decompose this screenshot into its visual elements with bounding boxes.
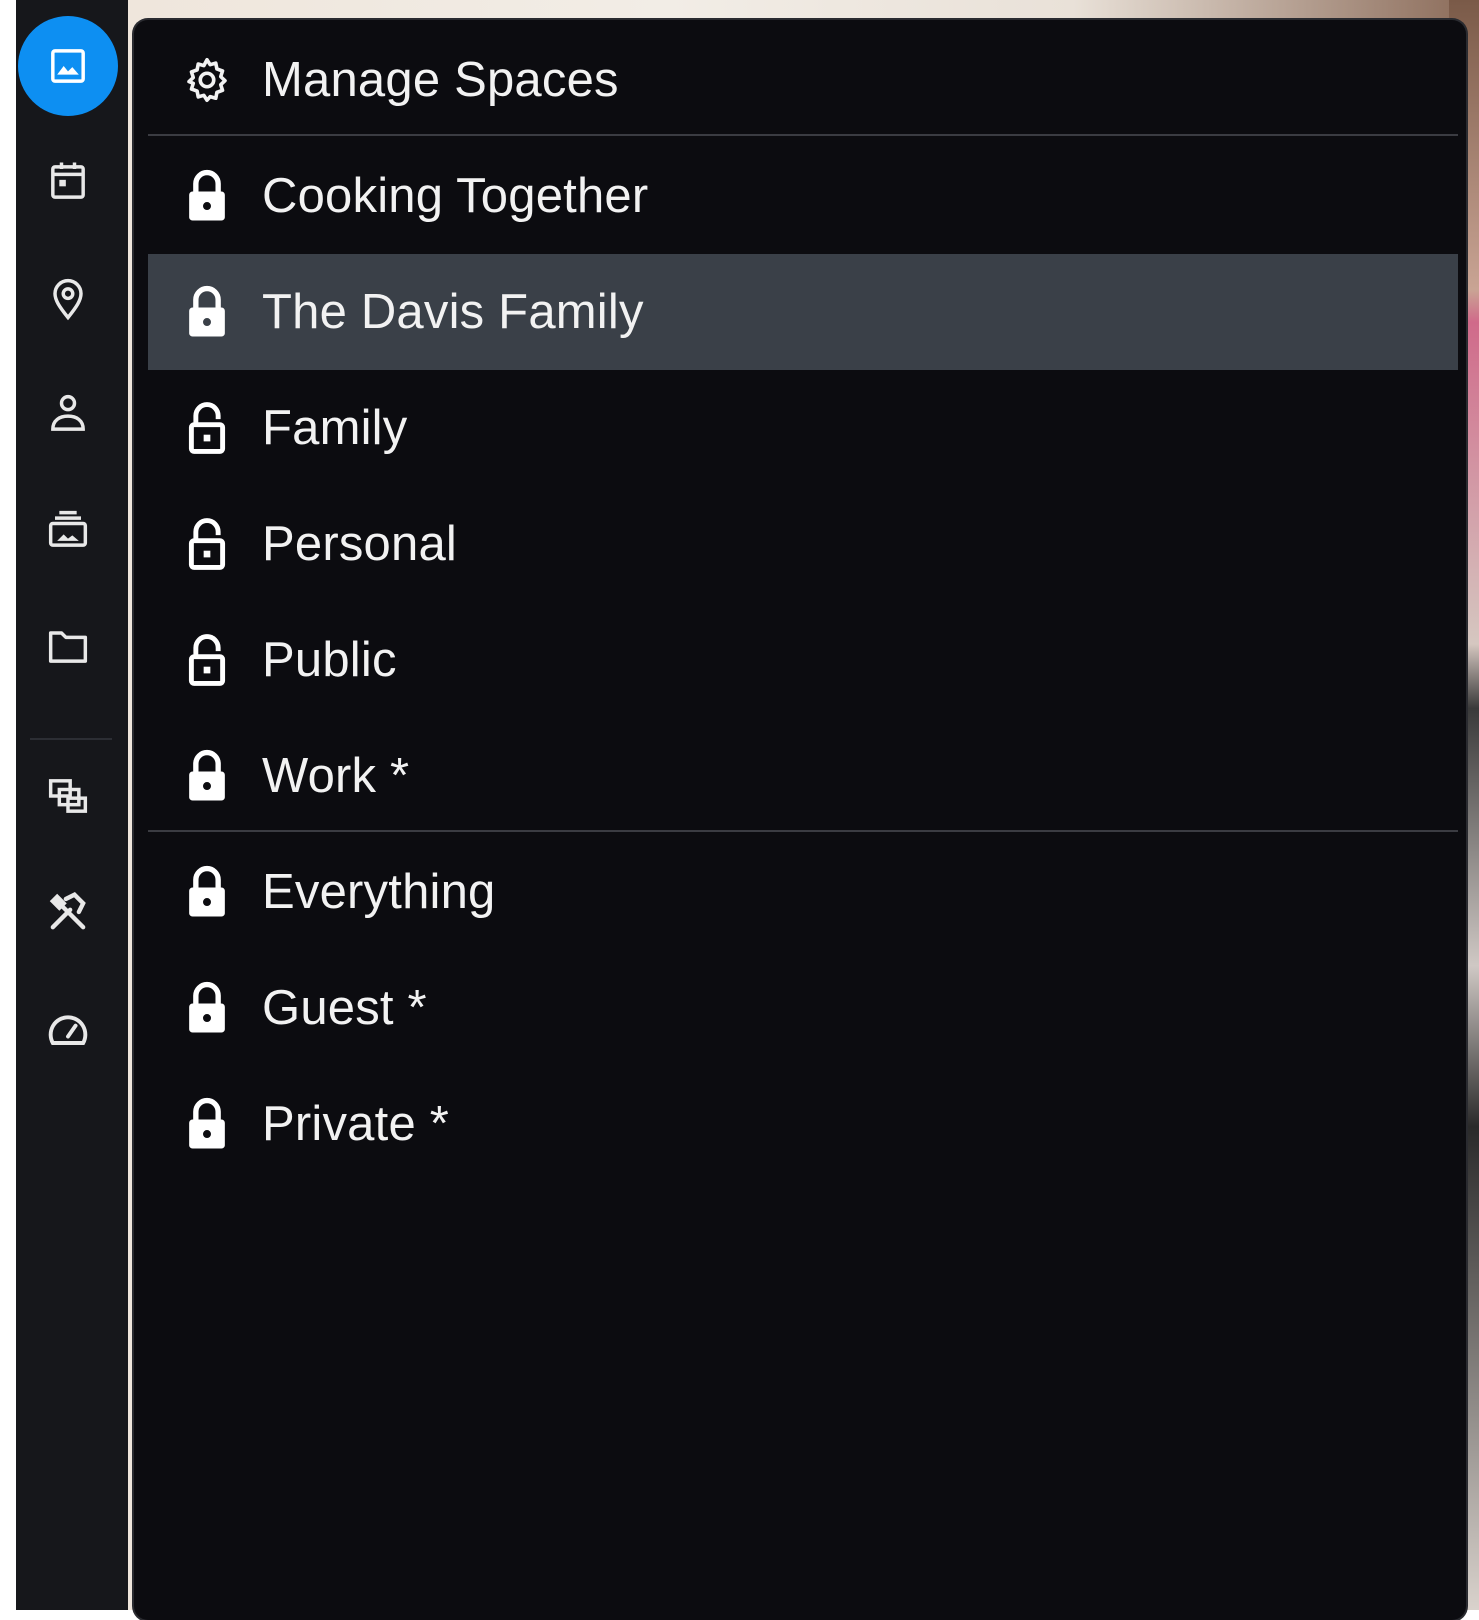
lock-icon <box>178 979 236 1037</box>
space-item-public[interactable]: Public <box>148 602 1458 718</box>
space-label: Everything <box>262 865 496 919</box>
manage-spaces-item[interactable]: Manage Spaces <box>148 22 1458 138</box>
space-item-private[interactable]: Private * <box>148 1066 1458 1182</box>
lock-icon <box>178 167 236 225</box>
space-label: Public <box>262 633 397 687</box>
sidebar-divider <box>30 738 112 740</box>
space-label: Work * <box>262 749 410 803</box>
space-label: Guest * <box>262 981 427 1035</box>
map-pin-icon[interactable] <box>34 264 102 332</box>
space-item-guest[interactable]: Guest * <box>148 950 1458 1066</box>
space-label: Personal <box>262 517 457 571</box>
library-icon[interactable] <box>34 762 102 830</box>
folder-icon[interactable] <box>34 612 102 680</box>
lock-open-icon <box>178 399 236 457</box>
menu-divider <box>148 134 1458 136</box>
space-label: Family <box>262 401 408 455</box>
space-item-family[interactable]: Family <box>148 370 1458 486</box>
menu-divider <box>148 830 1458 832</box>
photos-icon[interactable] <box>18 16 118 116</box>
space-item-everything[interactable]: Everything <box>148 834 1458 950</box>
space-item-davis-family[interactable]: The Davis Family <box>148 254 1458 370</box>
speedometer-icon[interactable] <box>34 996 102 1064</box>
lock-icon <box>178 1095 236 1153</box>
space-label: The Davis Family <box>262 285 644 339</box>
space-item-personal[interactable]: Personal <box>148 486 1458 602</box>
lock-icon <box>178 863 236 921</box>
lock-icon <box>178 747 236 805</box>
space-item-work[interactable]: Work * <box>148 718 1458 834</box>
sidebar <box>16 0 128 1610</box>
space-item-cooking-together[interactable]: Cooking Together <box>148 138 1458 254</box>
album-icon[interactable] <box>34 496 102 564</box>
gear-icon <box>178 51 236 109</box>
manage-spaces-label: Manage Spaces <box>262 53 619 107</box>
lock-icon <box>178 283 236 341</box>
calendar-icon[interactable] <box>34 148 102 216</box>
tools-icon[interactable] <box>34 878 102 946</box>
space-label: Private * <box>262 1097 449 1151</box>
spaces-menu: Manage Spaces Cooking Together The Davis… <box>134 20 1466 1620</box>
person-icon[interactable] <box>34 380 102 448</box>
lock-open-icon <box>178 631 236 689</box>
lock-open-icon <box>178 515 236 573</box>
space-label: Cooking Together <box>262 169 649 223</box>
